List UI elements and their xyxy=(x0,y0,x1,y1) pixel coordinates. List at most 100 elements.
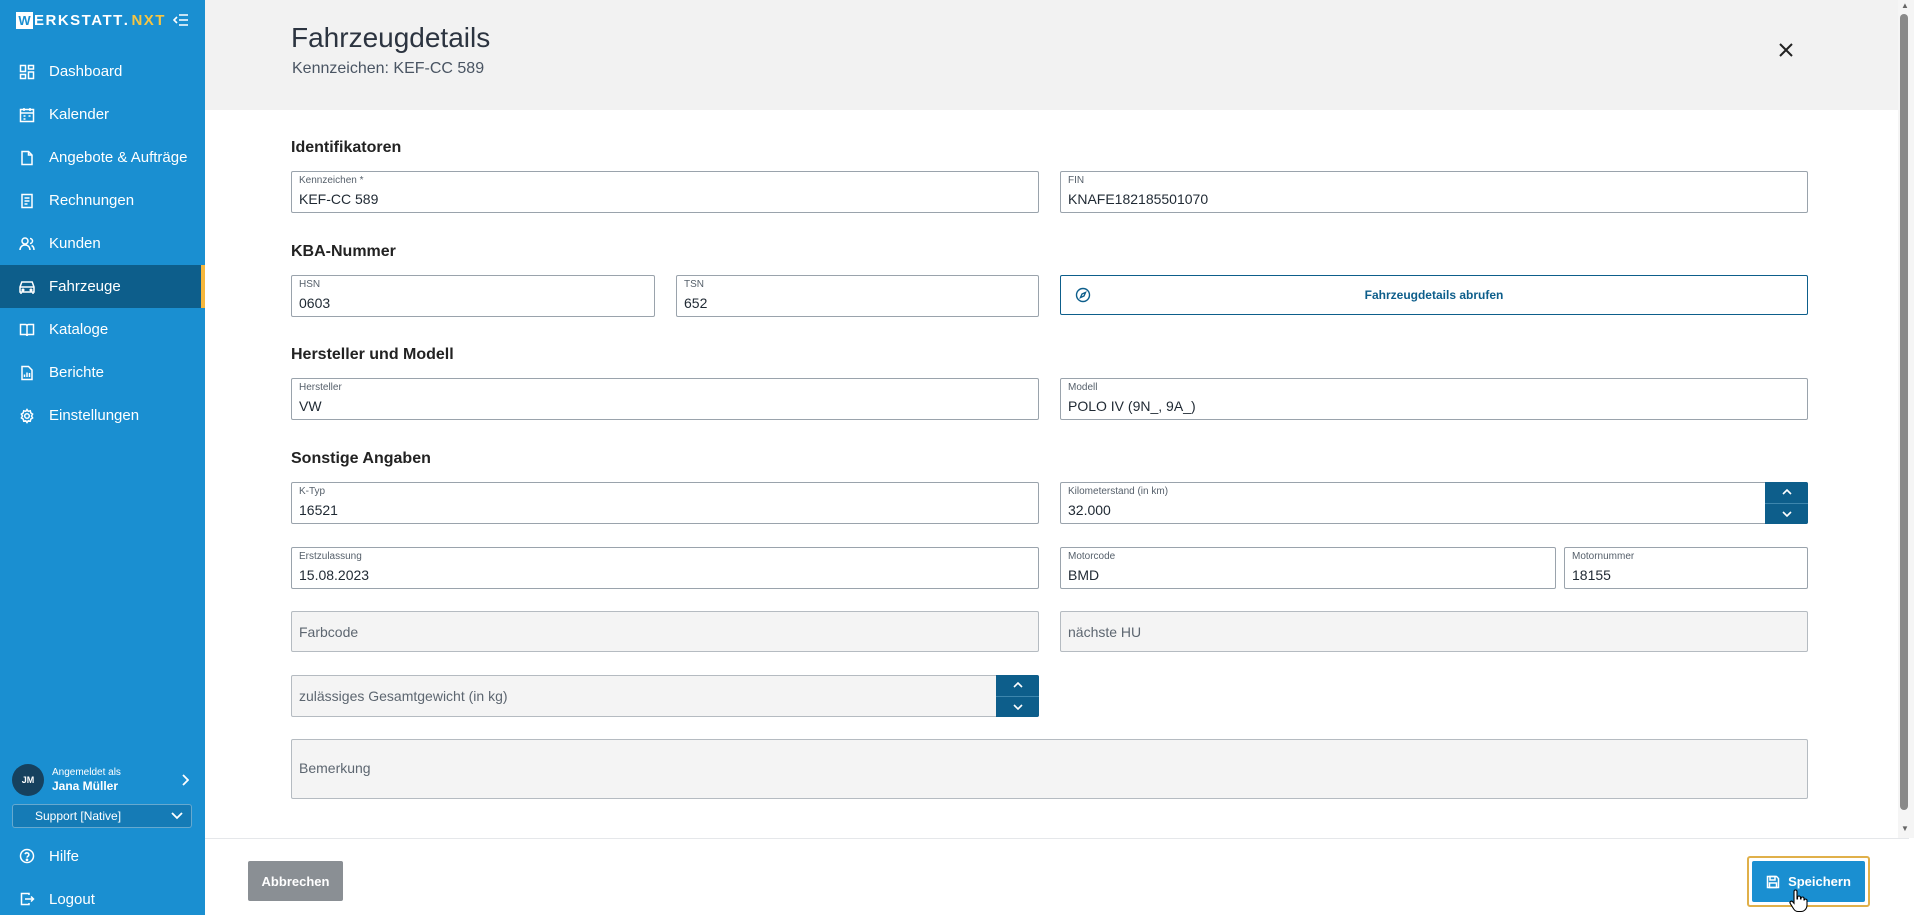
sidebar-item-label: Kataloge xyxy=(49,321,109,338)
sidebar-item-kunden[interactable]: Kunden xyxy=(0,222,205,265)
sidebar-item-label: Fahrzeuge xyxy=(49,278,121,295)
book-icon xyxy=(18,321,36,339)
sidebar-item-rechnungen[interactable]: Rechnungen xyxy=(0,179,205,222)
farbcode-field[interactable]: Farbcode xyxy=(291,611,1039,652)
naechste-hu-field[interactable]: nächste HU xyxy=(1060,611,1808,652)
decrement-button[interactable] xyxy=(996,695,1039,718)
field-value: POLO IV (9N_, 9A_) xyxy=(1068,398,1196,414)
increment-button[interactable] xyxy=(1765,482,1808,503)
sidebar-item-einstellungen[interactable]: Einstellungen xyxy=(0,394,205,437)
field-label: Motorcode xyxy=(1068,551,1116,562)
chevron-right-icon xyxy=(178,774,192,786)
dialog-header: Fahrzeugdetails Kennzeichen: KEF-CC 589 xyxy=(205,0,1909,110)
help-icon xyxy=(18,847,36,865)
field-value: VW xyxy=(299,398,322,414)
field-value: 16521 xyxy=(299,502,338,518)
field-placeholder: Farbcode xyxy=(299,623,359,640)
field-value: 32.000 xyxy=(1068,502,1111,518)
fetch-vehicle-details-button[interactable]: Fahrzeugdetails abrufen xyxy=(1060,275,1808,315)
field-label: Hersteller xyxy=(299,382,342,393)
logout-label: Logout xyxy=(49,890,95,908)
sidebar-item-kataloge[interactable]: Kataloge xyxy=(0,308,205,351)
logged-in-label: Angemeldet als xyxy=(52,766,121,778)
calendar-icon xyxy=(18,106,36,124)
hsn-field[interactable]: HSN 0603 xyxy=(291,275,655,317)
help-link[interactable]: Hilfe xyxy=(0,836,205,876)
save-icon xyxy=(1766,875,1780,889)
modell-field[interactable]: Modell POLO IV (9N_, 9A_) xyxy=(1060,378,1808,420)
collapse-menu-icon xyxy=(173,14,188,26)
field-label: FIN xyxy=(1068,175,1085,186)
sidebar-item-berichte[interactable]: Berichte xyxy=(0,351,205,394)
increment-button[interactable] xyxy=(996,675,1039,696)
invoice-icon xyxy=(18,192,36,210)
section-title-hersteller-modell: Hersteller und Modell xyxy=(291,346,454,363)
field-label: Motornummer xyxy=(1572,551,1635,562)
logo-dot: . xyxy=(123,11,130,29)
user-info: Angemeldet als Jana Müller xyxy=(52,767,178,794)
scroll-down-icon[interactable]: ▼ xyxy=(1901,825,1909,833)
report-icon xyxy=(18,364,36,382)
section-title-sonstige: Sonstige Angaben xyxy=(291,450,431,467)
compass-icon xyxy=(1075,287,1091,303)
sidebar-item-label: Dashboard xyxy=(49,63,123,80)
scroll-up-icon[interactable]: ▲ xyxy=(1901,2,1909,10)
sidebar-item-kalender[interactable]: Kalender xyxy=(0,93,205,136)
page-title: Fahrzeugdetails xyxy=(291,22,491,53)
save-button-label: Speichern xyxy=(1788,874,1851,889)
field-value: BMD xyxy=(1068,567,1100,583)
vehicle-details-dialog: Fahrzeugdetails Kennzeichen: KEF-CC 589 … xyxy=(205,0,1909,915)
tsn-field[interactable]: TSN 652 xyxy=(676,275,1039,317)
field-value: 0603 xyxy=(299,295,331,311)
logout-link[interactable]: Logout xyxy=(0,879,205,915)
support-select[interactable]: Support [Native] xyxy=(12,804,192,828)
sidebar-item-label: Kalender xyxy=(49,106,110,123)
user-profile[interactable]: JM Angemeldet als Jana Müller xyxy=(12,762,192,798)
field-value: 18155 xyxy=(1572,567,1611,583)
app-logo[interactable]: W ERKSTATT . NXT xyxy=(16,11,166,29)
save-button-focus-ring: Speichern xyxy=(1747,856,1870,907)
logout-icon xyxy=(18,890,36,908)
sidebar: W ERKSTATT . NXT Dashboard Kalender Ange… xyxy=(0,0,205,915)
save-button[interactable]: Speichern xyxy=(1752,861,1865,902)
gesamtgewicht-field[interactable]: zulässiges Gesamtgewicht (in kg) xyxy=(291,675,1039,717)
close-button[interactable] xyxy=(1774,38,1798,62)
gear-icon xyxy=(18,407,36,425)
scrollbar-thumb[interactable] xyxy=(1900,14,1908,810)
sidebar-item-label: Angebote & Aufträge xyxy=(49,149,188,166)
ktyp-field[interactable]: K-Typ 16521 xyxy=(291,482,1039,524)
erstzulassung-field[interactable]: Erstzulassung 15.08.2023 xyxy=(291,547,1039,589)
sidebar-collapse-button[interactable] xyxy=(171,10,191,30)
field-label: Kennzeichen * xyxy=(299,175,364,186)
sidebar-item-dashboard[interactable]: Dashboard xyxy=(0,50,205,93)
chevron-down-icon xyxy=(1781,511,1792,517)
motorcode-field[interactable]: Motorcode BMD xyxy=(1060,547,1556,589)
sidebar-item-label: Berichte xyxy=(49,364,105,381)
field-value: KNAFE182185501070 xyxy=(1068,191,1209,207)
sidebar-item-angebote[interactable]: Angebote & Aufträge xyxy=(0,136,205,179)
support-select-value: Support [Native] xyxy=(35,809,122,823)
bemerkung-textarea[interactable]: Bemerkung xyxy=(291,739,1808,799)
field-placeholder: Bemerkung xyxy=(299,760,371,776)
help-label: Hilfe xyxy=(49,847,80,865)
sidebar-item-fahrzeuge[interactable]: Fahrzeuge xyxy=(0,265,205,308)
cancel-button[interactable]: Abbrechen xyxy=(248,861,343,901)
user-name: Jana Müller xyxy=(52,778,119,793)
decrement-button[interactable] xyxy=(1765,502,1808,525)
sidebar-item-label: Einstellungen xyxy=(49,407,140,424)
fin-field[interactable]: FIN KNAFE182185501070 xyxy=(1060,171,1808,213)
chevron-up-icon xyxy=(1012,682,1023,688)
logo-suffix: NXT xyxy=(131,11,166,29)
users-icon xyxy=(18,235,36,253)
fetch-button-label: Fahrzeugdetails abrufen xyxy=(1364,288,1504,302)
kilometerstand-field[interactable]: Kilometerstand (in km) 32.000 xyxy=(1060,482,1808,524)
car-icon xyxy=(18,278,36,296)
page-subtitle: Kennzeichen: KEF-CC 589 xyxy=(292,60,485,77)
kennzeichen-field[interactable]: Kennzeichen * KEF-CC 589 xyxy=(291,171,1039,213)
hersteller-field[interactable]: Hersteller VW xyxy=(291,378,1039,420)
motornummer-field[interactable]: Motornummer 18155 xyxy=(1564,547,1808,589)
document-icon xyxy=(18,149,36,167)
field-label: TSN xyxy=(684,279,704,290)
logo-w: W xyxy=(16,11,33,29)
hand-cursor-icon xyxy=(1789,889,1808,913)
